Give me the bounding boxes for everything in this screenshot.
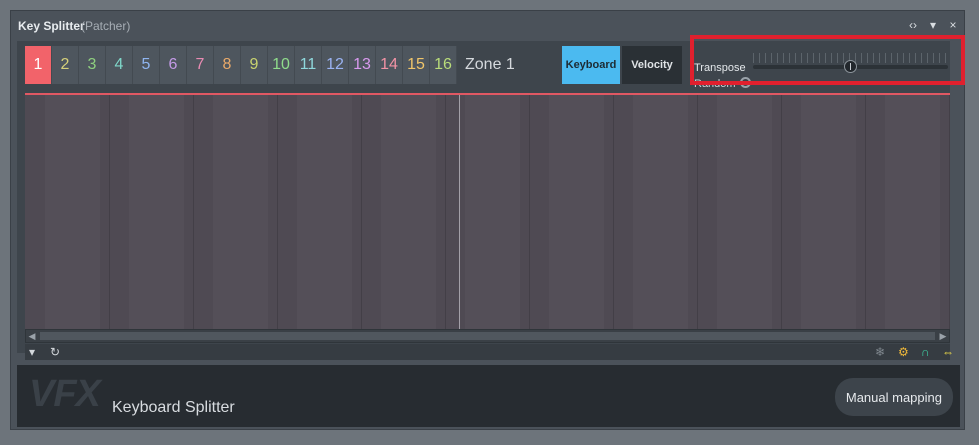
grid-band xyxy=(45,95,100,329)
velocity-mode-button[interactable]: Velocity xyxy=(622,46,682,84)
zone-tab-2[interactable]: 2 xyxy=(52,46,79,84)
grid-divider xyxy=(193,95,194,329)
zone-tab-4[interactable]: 4 xyxy=(106,46,133,84)
grid-divider xyxy=(361,95,362,329)
grid-divider xyxy=(949,95,950,329)
splitter-panel: 1 2 3 4 5 6 7 8 9 10 11 12 13 14 15 16 Zone 1 Keyboard V… xyxy=(17,41,954,360)
magnet-icon[interactable]: ∩ xyxy=(921,344,930,360)
zone-tab-14[interactable]: 14 xyxy=(376,46,403,84)
zone-tabs: 1 2 3 4 5 6 7 8 9 10 11 12 13 14 15 16 Zone 1 xyxy=(25,46,515,84)
grid-band xyxy=(465,95,520,329)
zone-tab-8[interactable]: 8 xyxy=(214,46,241,84)
grid-band xyxy=(213,95,268,329)
manual-mapping-button[interactable]: Manual mapping xyxy=(834,378,953,416)
grid-divider xyxy=(697,95,698,329)
grid-band xyxy=(885,95,940,329)
scroll-left-icon[interactable]: ◀ xyxy=(26,330,38,342)
zone-tab-16[interactable]: 16 xyxy=(430,46,457,84)
key-splitter-window: Key Splitter (Patcher) ‹› ▾ × 1234567891… xyxy=(10,10,965,430)
arrows-horizontal-icon[interactable]: ⇔ xyxy=(942,344,954,360)
window-subtitle: (Patcher) xyxy=(81,19,131,33)
grid-band xyxy=(297,95,352,329)
keyboard-map-grid[interactable] xyxy=(25,93,950,329)
zone-tab-7[interactable]: 7 xyxy=(187,46,214,84)
grid-divider xyxy=(277,95,278,329)
zone-tab-6[interactable]: 6 xyxy=(160,46,187,84)
zone-tab-11[interactable]: 11 xyxy=(295,46,322,84)
zone-tab-12[interactable]: 12 xyxy=(322,46,349,84)
snowflake-icon[interactable]: ❄ xyxy=(875,344,885,360)
zone-tab-1[interactable]: 1 xyxy=(25,46,52,84)
window-title: Key Splitter xyxy=(18,19,85,33)
zone-tab-5[interactable]: 5 xyxy=(133,46,160,84)
transpose-highlight xyxy=(690,35,965,85)
zone-tab-15[interactable]: 15 xyxy=(403,46,430,84)
grid-divider xyxy=(529,95,530,329)
bottom-toolbar: ▾ ↻ ❄ ⚙ ∩ ⇔ xyxy=(25,344,954,360)
zone-tab-10[interactable]: 10 xyxy=(268,46,295,84)
grid-divider xyxy=(445,95,446,329)
product-name: Keyboard Splitter xyxy=(112,399,235,416)
grid-band xyxy=(549,95,604,329)
dropdown-arrow-icon[interactable]: ▾ xyxy=(29,344,35,360)
grid-divider xyxy=(109,95,110,329)
arrows-icon[interactable]: ‹› xyxy=(908,18,918,32)
grid-band xyxy=(129,95,184,329)
grid-band xyxy=(633,95,688,329)
brand-logo: VFX xyxy=(29,373,101,415)
horizontal-scrollbar[interactable]: ◀ ▶ xyxy=(25,329,950,343)
grid-divider xyxy=(865,95,866,329)
close-icon[interactable]: × xyxy=(948,18,958,32)
scroll-right-icon[interactable]: ▶ xyxy=(937,330,949,342)
zone-tab-9[interactable]: 9 xyxy=(241,46,268,84)
zone-label: Zone 1 xyxy=(465,56,515,73)
refresh-icon[interactable]: ↻ xyxy=(50,344,60,360)
grid-divider xyxy=(781,95,782,329)
grid-band xyxy=(801,95,856,329)
grid-band xyxy=(381,95,436,329)
zone-tab-13[interactable]: 13 xyxy=(349,46,376,84)
scroll-thumb[interactable] xyxy=(40,332,935,340)
position-marker xyxy=(459,95,460,329)
minimize-icon[interactable]: ▾ xyxy=(928,18,938,32)
keyboard-mode-button[interactable]: Keyboard xyxy=(562,46,620,84)
tag-icon[interactable]: ⚙ xyxy=(898,344,909,360)
footer-bar: VFX Keyboard Splitter Manual mapping xyxy=(17,365,960,427)
zone-tab-3[interactable]: 3 xyxy=(79,46,106,84)
grid-divider xyxy=(613,95,614,329)
grid-band xyxy=(717,95,772,329)
window-controls: ‹› ▾ × xyxy=(908,18,958,32)
